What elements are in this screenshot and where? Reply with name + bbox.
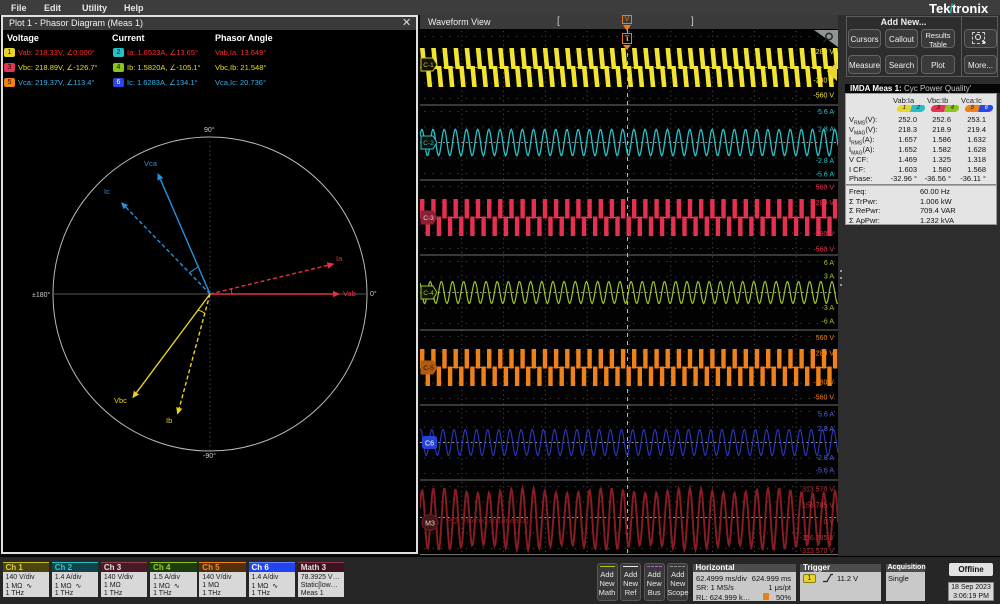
- svg-text:3 A: 3 A: [824, 274, 834, 281]
- svg-text:-313.570 V: -313.570 V: [800, 548, 835, 555]
- svg-text:280 V: 280 V: [816, 200, 835, 207]
- svg-text:0 V: 0 V: [823, 519, 834, 526]
- svg-text:560 V: 560 V: [816, 335, 835, 342]
- svg-text:-560 V: -560 V: [813, 247, 834, 254]
- svg-text:-2.8 A: -2.8 A: [816, 158, 835, 165]
- svg-text:-5.6 A: -5.6 A: [816, 468, 835, 475]
- svg-text:5.6 A: 5.6 A: [818, 109, 834, 116]
- svg-text:Vca: Vca: [144, 159, 158, 168]
- svg-text:M3: M3: [425, 521, 435, 528]
- svg-text:C-3: C-3: [423, 215, 434, 222]
- svg-text:90°: 90°: [204, 126, 215, 134]
- svg-text:Vbc: Vbc: [114, 396, 127, 405]
- svg-text:C-2: C-2: [423, 140, 434, 147]
- svg-text:-3 A: -3 A: [822, 305, 835, 312]
- svg-text:156.785 V: 156.785 V: [802, 503, 834, 510]
- svg-text:-560 V: -560 V: [813, 93, 834, 100]
- svg-text:6 A: 6 A: [824, 260, 834, 267]
- svg-text:560 V: 560 V: [816, 185, 835, 192]
- svg-text:-6 A: -6 A: [822, 319, 835, 326]
- svg-text:-156.785 V: -156.785 V: [800, 535, 835, 542]
- svg-text:C6: C6: [425, 441, 434, 448]
- svg-text:5.6 A: 5.6 A: [818, 412, 834, 419]
- svg-text:2.8 A: 2.8 A: [818, 426, 834, 433]
- svg-text:Ia: Ia: [336, 254, 343, 263]
- svg-text:Ic: Ic: [104, 187, 110, 196]
- svg-text:PQ: Filtered ch1(meas1): PQ: Filtered ch1(meas1): [447, 516, 529, 525]
- svg-text:-90°: -90°: [203, 452, 216, 460]
- svg-text:0°: 0°: [370, 290, 377, 298]
- svg-text:2.8 A: 2.8 A: [818, 127, 834, 134]
- svg-text:-280 V: -280 V: [813, 231, 834, 238]
- svg-text:313.570 V: 313.570 V: [802, 487, 834, 494]
- svg-text:±180°: ±180°: [32, 291, 51, 299]
- svg-text:-280 V: -280 V: [813, 78, 834, 85]
- svg-text:C-4: C-4: [423, 290, 434, 297]
- svg-text:-280 V: -280 V: [813, 380, 834, 387]
- svg-text:C-1: C-1: [423, 62, 434, 69]
- svg-text:Vab: Vab: [343, 289, 356, 298]
- svg-text:-560 V: -560 V: [813, 395, 834, 402]
- svg-text:280 V: 280 V: [816, 49, 835, 56]
- svg-text:Ib: Ib: [166, 416, 172, 425]
- svg-text:-5.6 A: -5.6 A: [816, 172, 835, 179]
- svg-text:280 V: 280 V: [816, 351, 835, 358]
- svg-text:-2.8 A: -2.8 A: [816, 455, 835, 462]
- svg-text:C-5: C-5: [423, 365, 434, 372]
